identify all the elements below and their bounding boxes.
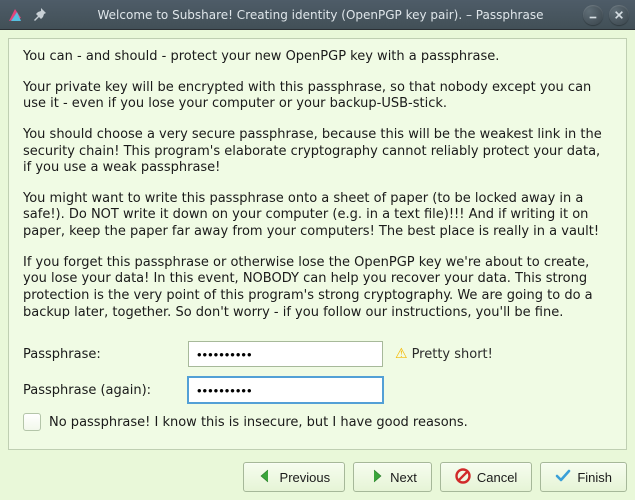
cancel-button[interactable]: Cancel	[440, 462, 532, 492]
button-bar: Previous Next Cancel Finish	[8, 454, 627, 492]
form: Passphrase: ⚠ Pretty short! Passphrase (…	[23, 341, 612, 437]
close-button[interactable]	[609, 5, 629, 25]
finish-label: Finish	[577, 470, 612, 485]
finish-button[interactable]: Finish	[540, 462, 627, 492]
window-buttons	[583, 5, 629, 25]
passphrase-again-label: Passphrase (again):	[23, 383, 188, 398]
previous-label: Previous	[280, 470, 331, 485]
app-icon	[6, 6, 24, 24]
passphrase-row: Passphrase: ⚠ Pretty short!	[23, 341, 612, 367]
pin-icon[interactable]	[32, 7, 48, 23]
cancel-label: Cancel	[477, 470, 517, 485]
nopass-row: No passphrase! I know this is insecure, …	[23, 413, 612, 431]
nopass-label: No passphrase! I know this is insecure, …	[49, 415, 468, 430]
titlebar: Welcome to Subshare! Creating identity (…	[0, 0, 635, 30]
window-title: Welcome to Subshare! Creating identity (…	[58, 8, 583, 22]
next-button[interactable]: Next	[353, 462, 432, 492]
arrow-left-icon	[258, 468, 274, 487]
strength-text: Pretty short!	[412, 347, 493, 362]
minimize-button[interactable]	[583, 5, 603, 25]
passphrase-again-row: Passphrase (again):	[23, 377, 612, 403]
passphrase-label: Passphrase:	[23, 347, 188, 362]
intro-paragraph-3: You should choose a very secure passphra…	[23, 127, 612, 177]
arrow-right-icon	[368, 468, 384, 487]
nopass-checkbox[interactable]	[23, 413, 41, 431]
previous-button[interactable]: Previous	[243, 462, 346, 492]
check-icon	[555, 468, 571, 487]
titlebar-left	[6, 6, 48, 24]
content-area: You can - and should - protect your new …	[0, 30, 635, 500]
intro-paragraph-4: You might want to write this passphrase …	[23, 191, 612, 241]
strength-indicator: ⚠ Pretty short!	[395, 346, 493, 362]
intro-paragraph-2: Your private key will be encrypted with …	[23, 80, 612, 113]
window: Welcome to Subshare! Creating identity (…	[0, 0, 635, 500]
warning-icon: ⚠	[395, 346, 408, 362]
next-label: Next	[390, 470, 417, 485]
cancel-icon	[455, 468, 471, 487]
intro-paragraph-5: If you forget this passphrase or otherwi…	[23, 255, 612, 322]
passphrase-again-input[interactable]	[188, 377, 383, 403]
panel: You can - and should - protect your new …	[8, 38, 627, 450]
intro-paragraph-1: You can - and should - protect your new …	[23, 49, 612, 66]
passphrase-input[interactable]	[188, 341, 383, 367]
